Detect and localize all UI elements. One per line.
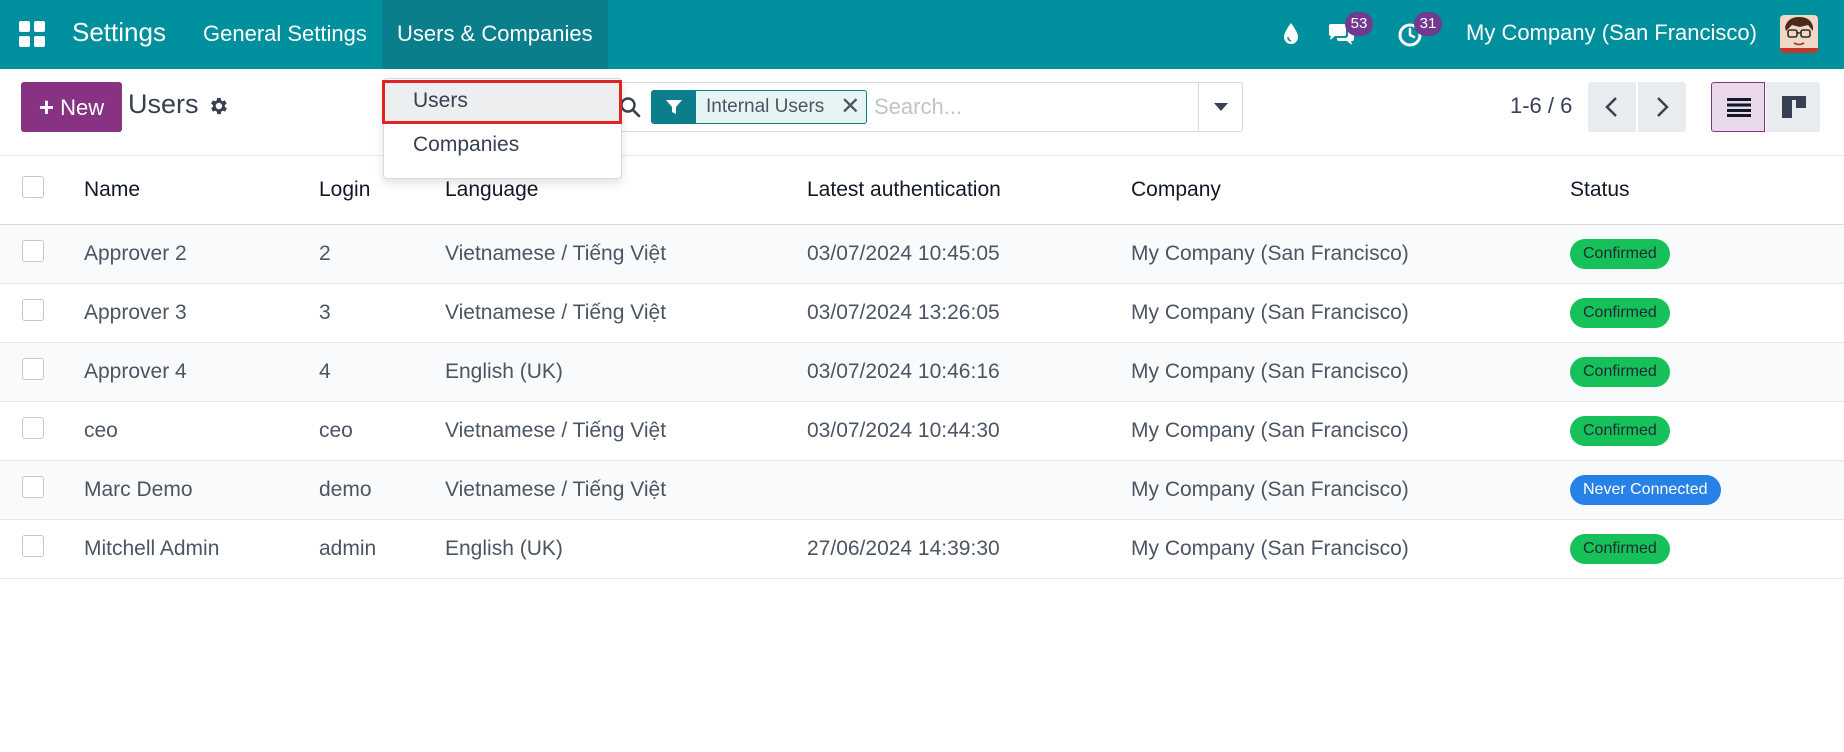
column-header-company[interactable]: Company — [1131, 156, 1570, 225]
list-view-button[interactable] — [1711, 82, 1765, 132]
cell-login: ceo — [319, 418, 353, 442]
column-header-status[interactable]: Status — [1570, 156, 1844, 225]
cell-latest-authentication: 03/07/2024 10:46:16 — [807, 359, 1000, 383]
kanban-view-button[interactable] — [1766, 82, 1820, 132]
status-badge: Confirmed — [1570, 297, 1670, 328]
menu-users-companies[interactable]: Users & Companies — [382, 0, 608, 69]
new-button[interactable]: + New — [21, 82, 122, 132]
cell-language: English (UK) — [445, 359, 563, 383]
apps-menu-icon[interactable] — [19, 21, 45, 47]
app-name[interactable]: Settings — [72, 17, 166, 48]
select-all-checkbox[interactable] — [22, 175, 44, 198]
cell-name: Marc Demo — [84, 477, 193, 501]
pager-next-button[interactable] — [1638, 82, 1686, 132]
filter-facet[interactable]: Internal Users ✕ — [651, 90, 868, 124]
activities-count-badge: 31 — [1414, 12, 1442, 36]
column-header-name[interactable]: Name — [84, 156, 319, 225]
search-bar: Internal Users ✕ — [608, 82, 1243, 132]
close-icon[interactable]: ✕ — [834, 91, 866, 123]
cell-company: My Company (San Francisco) — [1131, 536, 1409, 560]
cell-latest-authentication: 03/07/2024 10:44:30 — [807, 418, 1000, 442]
filter-icon — [652, 91, 696, 123]
page-title[interactable]: Users — [128, 89, 199, 120]
cell-login: 3 — [319, 300, 331, 324]
search-options-toggle[interactable] — [1198, 83, 1242, 131]
column-header-latest-authentication[interactable]: Latest authentication — [807, 156, 1131, 225]
cell-language: Vietnamese / Tiếng Việt — [445, 477, 667, 501]
status-badge: Never Connected — [1570, 474, 1721, 505]
filter-facet-label: Internal Users — [706, 96, 825, 117]
row-checkbox[interactable] — [22, 239, 44, 262]
cell-name: Approver 3 — [84, 300, 187, 324]
cell-latest-authentication — [807, 460, 1131, 519]
chevron-left-icon — [1605, 97, 1617, 117]
search-icon — [620, 97, 641, 118]
cell-latest-authentication: 03/07/2024 10:45:05 — [807, 241, 1000, 265]
cell-company: My Company (San Francisco) — [1131, 241, 1409, 265]
table-row[interactable]: ceo ceo Vietnamese / Tiếng Việt 03/07/20… — [0, 401, 1844, 460]
cell-language: English (UK) — [445, 536, 563, 560]
gear-icon[interactable] — [207, 95, 229, 117]
cell-company: My Company (San Francisco) — [1131, 300, 1409, 324]
table-row[interactable]: Approver 2 2 Vietnamese / Tiếng Việt 03/… — [0, 224, 1844, 283]
cell-language: Vietnamese / Tiếng Việt — [445, 241, 667, 265]
chevron-right-icon — [1657, 97, 1669, 117]
users-companies-dropdown: Users Companies — [383, 78, 622, 179]
pager-previous-button[interactable] — [1588, 82, 1636, 132]
menu-general-settings[interactable]: General Settings — [188, 0, 382, 69]
plus-icon: + — [38, 92, 55, 122]
cell-login: admin — [319, 536, 377, 560]
table-row[interactable]: Approver 3 3 Vietnamese / Tiếng Việt 03/… — [0, 283, 1844, 342]
cell-name: Mitchell Admin — [84, 536, 220, 560]
cell-name: Approver 2 — [84, 241, 187, 265]
messages-count-badge: 53 — [1345, 12, 1373, 36]
cell-name: ceo — [84, 418, 118, 442]
row-checkbox[interactable] — [22, 416, 44, 439]
search-input[interactable] — [874, 90, 1174, 124]
status-badge: Confirmed — [1570, 238, 1670, 269]
cell-login: 2 — [319, 241, 331, 265]
new-button-label: New — [60, 95, 105, 120]
status-badge: Confirmed — [1570, 533, 1670, 564]
cell-language: Vietnamese / Tiếng Việt — [445, 418, 667, 442]
table-row[interactable]: Mitchell Admin admin English (UK) 27/06/… — [0, 519, 1844, 578]
row-checkbox[interactable] — [22, 357, 44, 380]
status-badge: Confirmed — [1570, 415, 1670, 446]
company-switcher[interactable]: My Company (San Francisco) — [1466, 20, 1757, 46]
row-checkbox[interactable] — [22, 298, 44, 321]
user-avatar[interactable] — [1780, 15, 1818, 53]
status-badge: Confirmed — [1570, 356, 1670, 387]
pager-value[interactable]: 1-6 / 6 — [1510, 93, 1572, 119]
cell-company: My Company (San Francisco) — [1131, 418, 1409, 442]
table-row[interactable]: Marc Demo demo Vietnamese / Tiếng Việt M… — [0, 460, 1844, 519]
cell-login: 4 — [319, 359, 331, 383]
kanban-view-icon — [1782, 96, 1806, 118]
cell-company: My Company (San Francisco) — [1131, 477, 1409, 501]
dropdown-item-companies[interactable]: Companies — [384, 125, 621, 165]
cell-login: demo — [319, 477, 372, 501]
table-row[interactable]: Approver 4 4 English (UK) 03/07/2024 10:… — [0, 342, 1844, 401]
cell-company: My Company (San Francisco) — [1131, 359, 1409, 383]
list-view-icon — [1727, 98, 1751, 117]
table-header-row: Name Login Language Latest authenticatio… — [0, 156, 1844, 225]
row-checkbox[interactable] — [22, 534, 44, 557]
cell-name: Approver 4 — [84, 359, 187, 383]
cell-language: Vietnamese / Tiếng Việt — [445, 300, 667, 324]
top-navbar: Settings General Settings Users & Compan… — [0, 0, 1844, 69]
dropdown-item-users[interactable]: Users — [384, 81, 621, 121]
cell-latest-authentication: 03/07/2024 13:26:05 — [807, 300, 1000, 324]
row-checkbox[interactable] — [22, 475, 44, 498]
control-panel: +New Users Internal Users ✕ 1-6 / 6 — [0, 69, 1844, 156]
droplet-icon[interactable] — [1282, 22, 1300, 46]
users-list-table: Name Login Language Latest authenticatio… — [0, 156, 1844, 579]
cell-latest-authentication: 27/06/2024 14:39:30 — [807, 536, 1000, 560]
